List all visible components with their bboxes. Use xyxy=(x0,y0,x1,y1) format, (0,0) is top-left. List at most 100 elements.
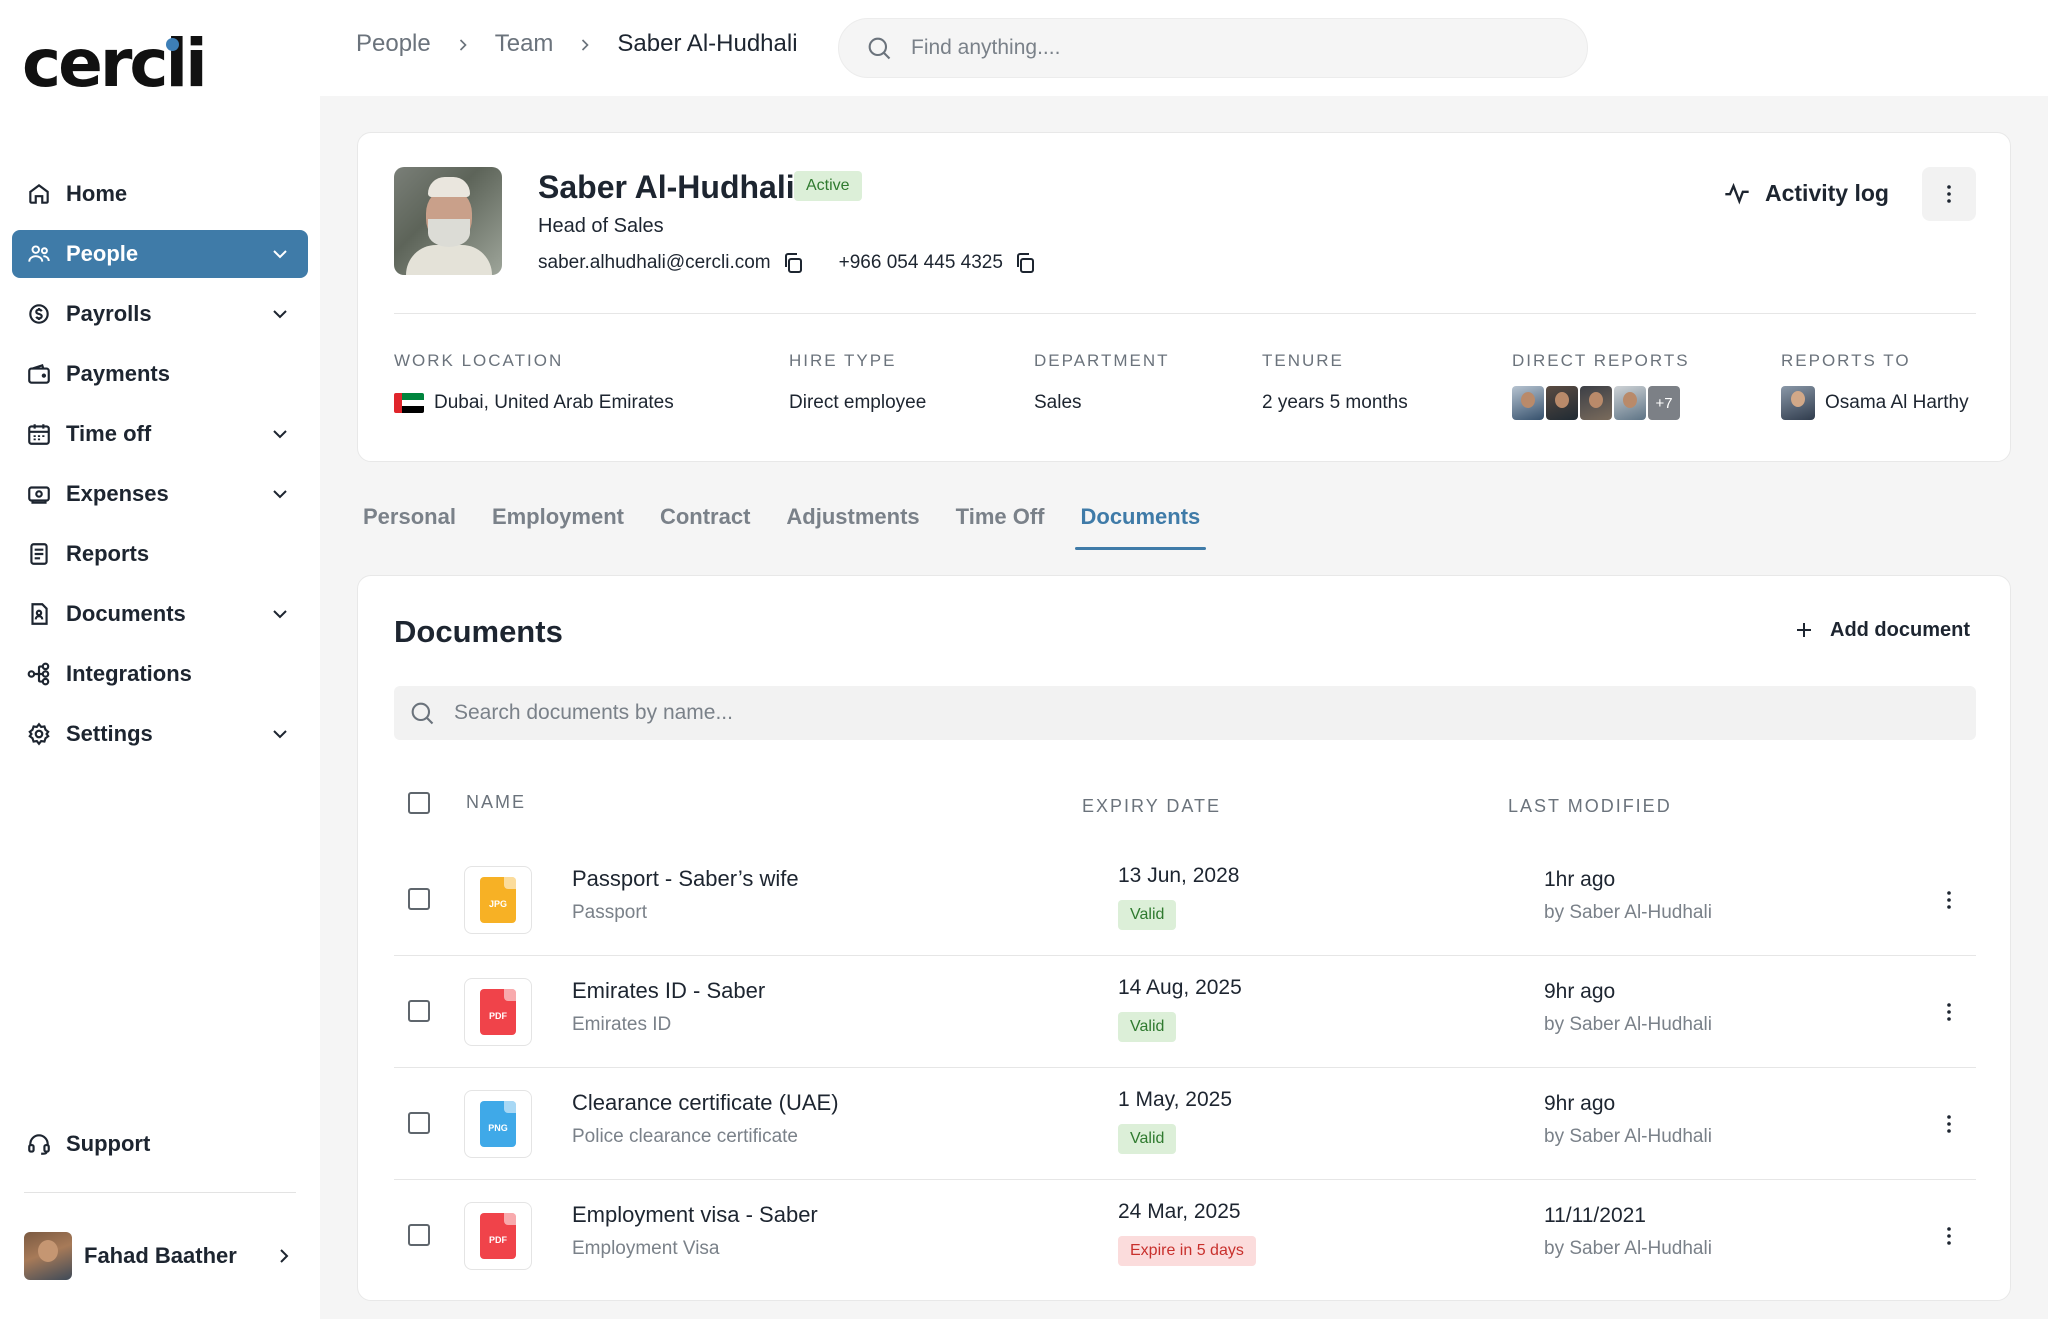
sidebar-item-payments[interactable]: Payments xyxy=(12,350,308,398)
department-value: Sales xyxy=(1034,392,1082,413)
tab-adjustments[interactable]: Adjustments xyxy=(780,500,925,550)
sidebar-item-label: Expenses xyxy=(66,481,169,506)
sidebar-item-time-off[interactable]: Time off xyxy=(12,410,308,458)
row-more-button[interactable] xyxy=(1934,996,1964,1028)
calendar-icon xyxy=(26,421,52,447)
document-name[interactable]: Passport - Saber’s wife xyxy=(572,866,799,892)
copy-icon[interactable] xyxy=(781,251,805,275)
row-checkbox[interactable] xyxy=(408,1224,430,1246)
file-type-label: JPG xyxy=(488,899,507,909)
copy-icon[interactable] xyxy=(1013,251,1037,275)
direct-reports-more: +7 xyxy=(1648,386,1680,420)
profile-more-button[interactable] xyxy=(1922,167,1976,221)
sidebar-item-integrations[interactable]: Integrations xyxy=(12,650,308,698)
people-icon xyxy=(26,241,52,267)
chevron-down-icon[interactable] xyxy=(268,482,292,506)
row-more-button[interactable] xyxy=(1934,1220,1964,1252)
logo-dot xyxy=(166,38,179,51)
tenure-value: 2 years 5 months xyxy=(1262,392,1408,413)
select-all-checkbox[interactable] xyxy=(408,792,430,814)
uae-flag-icon xyxy=(394,393,424,413)
modified-by: by Saber Al-Hudhali xyxy=(1544,1014,1712,1035)
tab-documents[interactable]: Documents xyxy=(1074,500,1207,550)
user-name: Fahad Baather xyxy=(84,1243,237,1268)
sidebar-item-home[interactable]: Home xyxy=(12,170,308,218)
row-more-button[interactable] xyxy=(1934,1108,1964,1140)
reports-to-name: Osama Al Harthy xyxy=(1825,392,1969,413)
documents-title: Documents xyxy=(394,614,563,649)
chevron-right-icon[interactable] xyxy=(272,1244,296,1268)
tab-contract[interactable]: Contract xyxy=(654,500,756,550)
document-name[interactable]: Employment visa - Saber xyxy=(572,1202,818,1228)
support-label: Support xyxy=(66,1131,151,1156)
file-thumbnail: PNG xyxy=(464,1090,532,1158)
status-badge: Valid xyxy=(1118,900,1177,930)
meta-label: REPORTS TO xyxy=(1781,351,1911,370)
document-name[interactable]: Clearance certificate (UAE) xyxy=(572,1090,839,1116)
chevron-down-icon[interactable] xyxy=(268,602,292,626)
documents-card: Documents Add document Search documents … xyxy=(357,575,2011,1301)
breadcrumb-people[interactable]: People xyxy=(356,30,431,58)
chevron-down-icon[interactable] xyxy=(268,422,292,446)
sidebar-item-support[interactable]: Support xyxy=(12,1120,308,1168)
top-bar: People Team Saber Al-Hudhali Find anythi… xyxy=(320,0,2048,96)
search-icon xyxy=(868,37,891,60)
document-type: Police clearance certificate xyxy=(572,1126,798,1147)
contact-info: saber.alhudhali@cercli.com +966 054 445 … xyxy=(538,251,1071,275)
work-location-value: Dubai, United Arab Emirates xyxy=(434,392,674,413)
meta-work-location: WORK LOCATION Dubai, United Arab Emirate… xyxy=(394,351,674,419)
hire-type-value: Direct employee xyxy=(789,392,927,413)
document-name[interactable]: Emirates ID - Saber xyxy=(572,978,765,1004)
status-badge: Valid xyxy=(1118,1124,1177,1154)
column-header-name[interactable]: NAME xyxy=(466,792,526,813)
row-checkbox[interactable] xyxy=(408,1000,430,1022)
tab-time-off[interactable]: Time Off xyxy=(950,500,1051,550)
documents-search-input[interactable]: Search documents by name... xyxy=(394,686,1976,740)
row-more-button[interactable] xyxy=(1934,884,1964,916)
sidebar-item-expenses[interactable]: Expenses xyxy=(12,470,308,518)
column-header-modified[interactable]: LAST MODIFIED xyxy=(1508,796,1672,817)
status-badge: Active xyxy=(794,171,862,201)
plus-icon xyxy=(1797,623,1811,637)
search-placeholder: Find anything.... xyxy=(911,36,1061,59)
sidebar-item-reports[interactable]: Reports xyxy=(12,530,308,578)
chevron-down-icon[interactable] xyxy=(268,242,292,266)
last-modified: 9hr ago xyxy=(1544,980,1616,1003)
meta-label: TENURE xyxy=(1262,351,1344,370)
sidebar-item-documents[interactable]: Documents xyxy=(12,590,308,638)
reports-icon xyxy=(26,541,52,567)
table-row[interactable]: PDF Employment visa - Saber Employment Vis… xyxy=(394,1180,1976,1292)
cercli-logo[interactable]: cercli xyxy=(22,26,208,102)
table-row[interactable]: PNG Clearance certificate (UAE) Police cle… xyxy=(394,1068,1976,1180)
employee-phone: +966 054 445 4325 xyxy=(838,252,1003,273)
reports-to-value[interactable]: Osama Al Harthy xyxy=(1781,386,1969,420)
meta-value: Dubai, United Arab Emirates xyxy=(394,387,674,419)
table-row[interactable]: PDF Emirates ID - Saber Emirates ID 14 Aug,… xyxy=(394,956,1976,1068)
avatar xyxy=(1614,386,1646,420)
sidebar-item-payrolls[interactable]: Payrolls xyxy=(12,290,308,338)
tab-personal[interactable]: Personal xyxy=(357,500,462,550)
direct-reports-value[interactable]: +7 xyxy=(1512,386,1690,420)
expiry-date: 1 May, 2025 xyxy=(1118,1088,1233,1111)
more-vertical-icon xyxy=(1947,891,1951,909)
activity-log-button[interactable]: Activity log xyxy=(1723,179,1889,207)
row-checkbox[interactable] xyxy=(408,1112,430,1134)
expiry-date: 24 Mar, 2025 xyxy=(1118,1200,1241,1223)
column-header-expiry[interactable]: EXPIRY DATE xyxy=(1082,796,1221,817)
add-document-button[interactable]: Add document xyxy=(1792,618,1970,642)
global-search-input[interactable]: Find anything.... xyxy=(838,18,1588,78)
breadcrumb-team[interactable]: Team xyxy=(495,30,554,58)
chevron-down-icon[interactable] xyxy=(268,302,292,326)
sidebar-item-settings[interactable]: Settings xyxy=(12,710,308,758)
current-user[interactable]: Fahad Baather xyxy=(24,1230,296,1282)
meta-direct-reports: DIRECT REPORTS +7 xyxy=(1512,351,1690,420)
tab-employment[interactable]: Employment xyxy=(486,500,630,550)
chevron-down-icon[interactable] xyxy=(268,722,292,746)
table-row[interactable]: JPG Passport - Saber’s wife Passport 13 Jun… xyxy=(394,844,1976,956)
chevron-right-icon xyxy=(575,34,595,54)
row-checkbox[interactable] xyxy=(408,888,430,910)
sidebar-item-label: Home xyxy=(66,181,128,206)
sidebar-item-people[interactable]: People xyxy=(12,230,308,278)
documents-search-placeholder: Search documents by name... xyxy=(454,701,733,724)
sidebar-divider xyxy=(24,1192,296,1193)
